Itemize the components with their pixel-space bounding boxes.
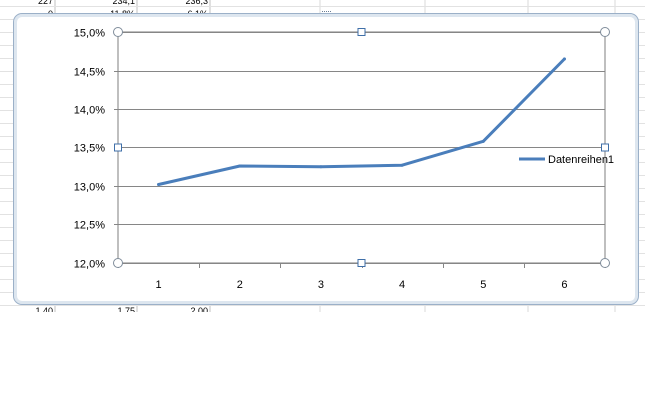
y-tick-label: 12,5% bbox=[74, 220, 105, 232]
edge-resize-handle[interactable] bbox=[114, 143, 122, 152]
data-point[interactable] bbox=[400, 163, 404, 167]
data-point[interactable] bbox=[319, 165, 323, 169]
y-tick-label: 12,0% bbox=[74, 259, 105, 271]
x-tick-label: 6 bbox=[561, 279, 567, 291]
line-chart: 12,0% 12,5% 13,0% 13,5% 14,0% 14,5% 15,0% 1 2 3 4 5… bbox=[74, 27, 614, 291]
edge-resize-handle[interactable] bbox=[601, 143, 609, 152]
sheet-cell-value: 1,40 bbox=[35, 307, 53, 312]
corner-resize-handle[interactable] bbox=[600, 258, 610, 268]
y-tick-label: 14,0% bbox=[74, 105, 105, 117]
sheet-cell-value: 1,75 bbox=[117, 307, 135, 312]
edge-resize-handle[interactable] bbox=[357, 259, 366, 267]
y-tick-label: 13,5% bbox=[74, 143, 105, 155]
corner-resize-handle[interactable] bbox=[600, 27, 610, 37]
legend-label[interactable]: Datenreihen1 bbox=[548, 154, 614, 166]
y-tick-label: 15,0% bbox=[74, 28, 105, 40]
data-point[interactable] bbox=[562, 57, 566, 61]
x-tick-label: 2 bbox=[237, 279, 243, 291]
sheet-cell-value: 2,00 bbox=[190, 307, 208, 312]
x-tick-label: 4 bbox=[399, 279, 405, 291]
edge-resize-handle[interactable] bbox=[357, 28, 366, 36]
data-point[interactable] bbox=[238, 164, 242, 168]
data-point[interactable] bbox=[481, 139, 485, 143]
y-tick-label: 14,5% bbox=[74, 67, 105, 79]
corner-resize-handle[interactable] bbox=[113, 27, 123, 37]
corner-resize-handle[interactable] bbox=[113, 258, 123, 268]
x-tick-label: 5 bbox=[480, 279, 486, 291]
data-point[interactable] bbox=[157, 182, 161, 186]
x-tick-label: 3 bbox=[318, 279, 324, 291]
x-tick-label: 1 bbox=[156, 279, 162, 291]
y-tick-label: 13,0% bbox=[74, 182, 105, 194]
